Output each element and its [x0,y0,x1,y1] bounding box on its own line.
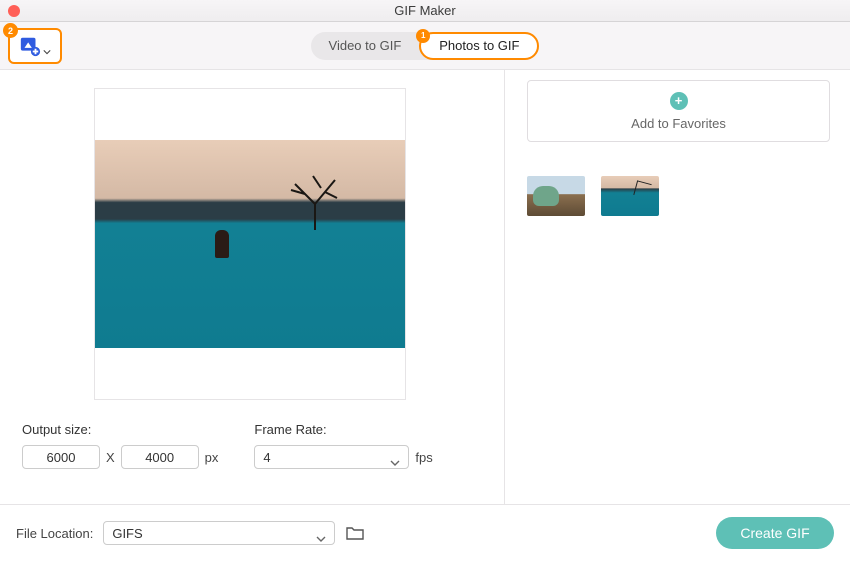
right-pane: + Add to Favorites [505,70,850,504]
file-location-label: File Location: [16,526,93,541]
preview-frame [94,88,406,400]
upload-count-badge: 2 [3,23,18,38]
add-to-favorites-button[interactable]: + Add to Favorites [527,80,830,142]
file-location-select[interactable]: GIFS [103,521,335,545]
tab-video-to-gif[interactable]: Video to GIF [311,32,420,60]
favorites-label: Add to Favorites [631,116,726,131]
file-location-value: GIFS [112,526,142,541]
output-size-group: Output size: X px [22,422,218,469]
thumbnail-item[interactable] [527,176,585,216]
main-area: Output size: X px Frame Rate: 4 [0,70,850,504]
add-media-icon [19,35,41,57]
controls-row: Output size: X px Frame Rate: 4 [22,422,482,469]
frame-rate-inputs: 4 fps [254,445,432,469]
tab-photos-label: Photos to GIF [439,38,519,53]
person-silhouette-icon [215,230,229,258]
thumbnail-item[interactable] [601,176,659,216]
mode-toggle: Video to GIF 1 Photos to GIF [311,32,540,60]
chevron-down-icon [390,454,400,460]
frame-rate-value: 4 [263,450,270,465]
bottom-bar: File Location: GIFS Create GIF [0,504,850,561]
chevron-down-icon [43,42,51,50]
frame-rate-label: Frame Rate: [254,422,432,437]
tab-photos-to-gif[interactable]: 1 Photos to GIF [419,32,539,60]
thumbnail-list [527,176,830,216]
preview-image [95,140,405,348]
output-width-input[interactable] [22,445,100,469]
fps-unit: fps [415,450,432,465]
close-window-button[interactable] [8,5,20,17]
photos-step-badge: 1 [416,29,430,43]
plus-icon: + [670,92,688,110]
open-folder-button[interactable] [345,523,365,543]
size-unit: px [205,450,219,465]
output-size-label: Output size: [22,422,218,437]
output-height-input[interactable] [121,445,199,469]
window-title: GIF Maker [394,3,455,18]
size-inputs: X px [22,445,218,469]
chevron-down-icon [316,530,326,536]
create-gif-button[interactable]: Create GIF [716,517,834,549]
dimension-separator: X [106,450,115,465]
upload-media-button[interactable]: 2 [8,28,62,64]
tree-silhouette-icon [285,170,345,230]
folder-icon [345,523,365,543]
left-pane: Output size: X px Frame Rate: 4 [0,70,505,504]
titlebar: GIF Maker [0,0,850,22]
frame-rate-group: Frame Rate: 4 fps [254,422,432,469]
frame-rate-select[interactable]: 4 [254,445,409,469]
toolbar: 2 Video to GIF 1 Photos to GIF [0,22,850,70]
